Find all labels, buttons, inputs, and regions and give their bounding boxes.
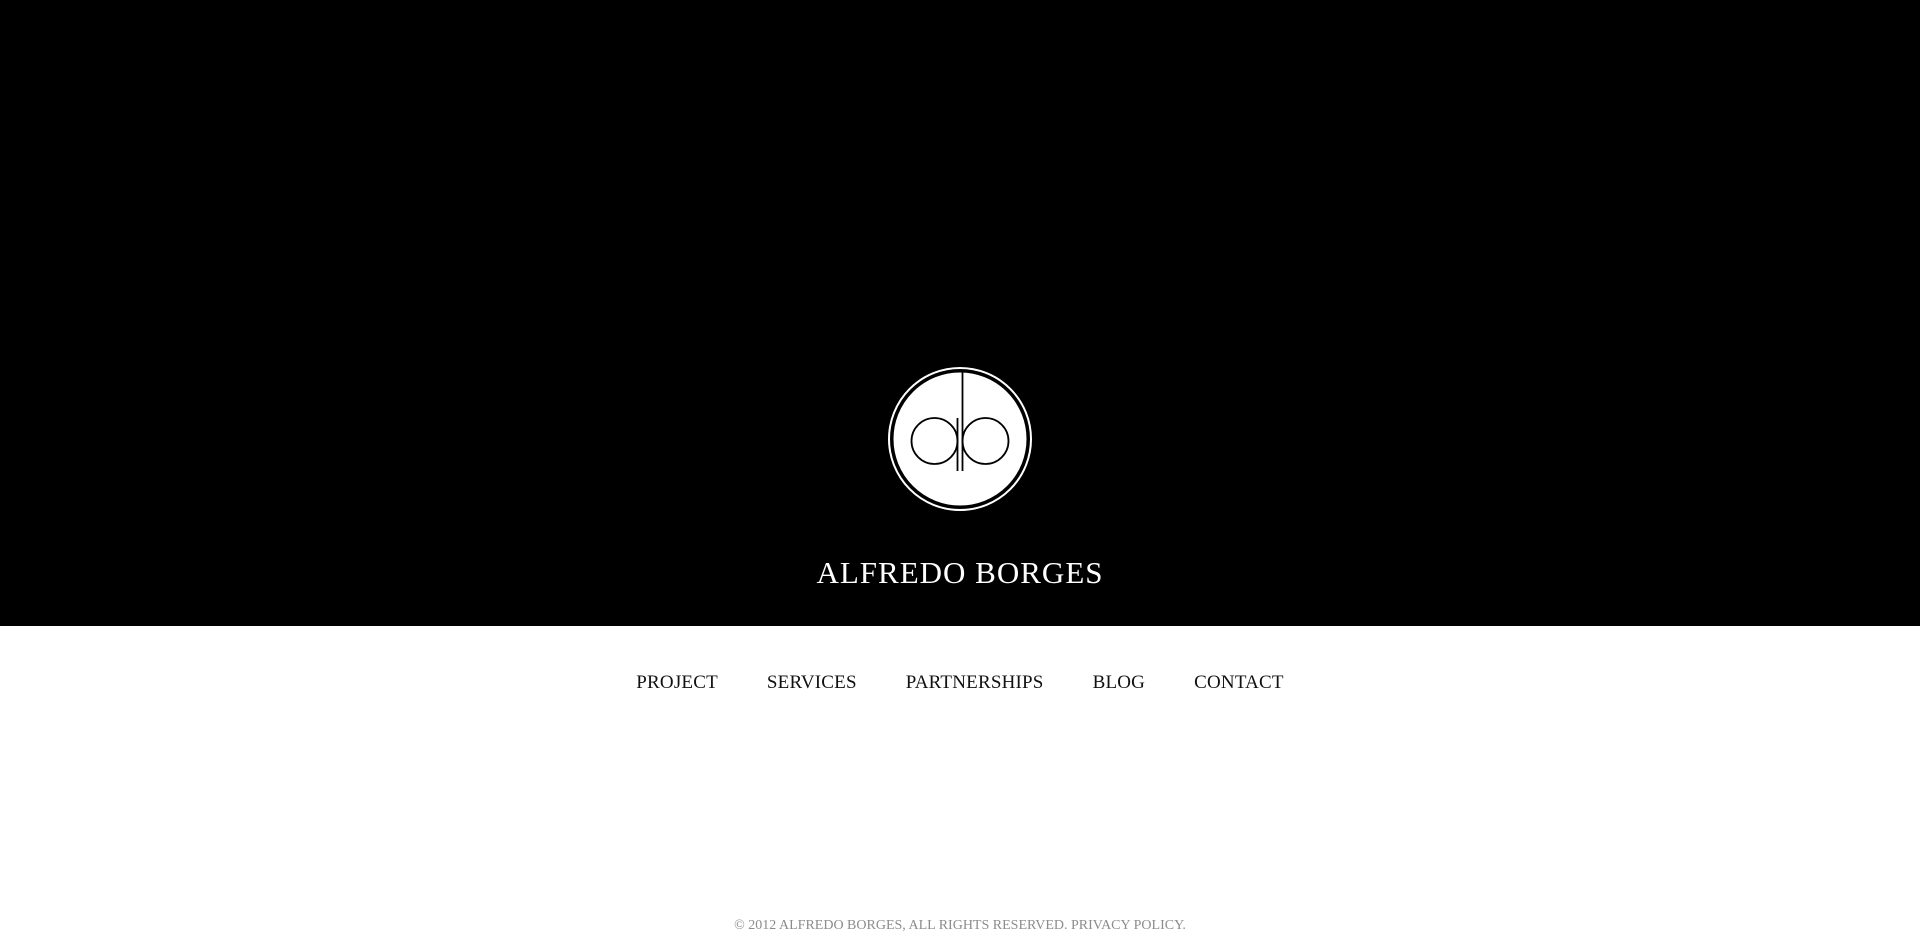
ab-monogram-logo-icon	[888, 367, 1032, 511]
nav-item-project: PROJECT	[636, 668, 718, 698]
footer: © 2012 ALFREDO BORGES, ALL RIGHTS RESERV…	[0, 915, 1920, 937]
nav-link-services[interactable]: SERVICES	[767, 668, 857, 698]
nav-link-blog[interactable]: BLOG	[1093, 668, 1146, 698]
privacy-policy-link[interactable]: PRIVACY POLICY.	[1071, 918, 1186, 933]
nav-item-services: SERVICES	[767, 668, 857, 698]
main-navigation: PROJECT SERVICES PARTNERSHIPS BLOG CONTA…	[0, 668, 1920, 698]
hero-banner: ALFREDO BORGES	[0, 0, 1920, 626]
nav-link-contact[interactable]: CONTACT	[1194, 668, 1284, 698]
nav-item-blog: BLOG	[1093, 668, 1146, 698]
logo-link[interactable]	[888, 367, 1032, 511]
nav-item-partnerships: PARTNERSHIPS	[906, 668, 1044, 698]
site-title: ALFREDO BORGES	[816, 555, 1104, 590]
nav-item-contact: CONTACT	[1194, 668, 1284, 698]
nav-link-project[interactable]: PROJECT	[636, 668, 718, 698]
nav-link-partnerships[interactable]: PARTNERSHIPS	[906, 668, 1044, 698]
copyright-text: © 2012 ALFREDO BORGES, ALL RIGHTS RESERV…	[734, 918, 1068, 933]
